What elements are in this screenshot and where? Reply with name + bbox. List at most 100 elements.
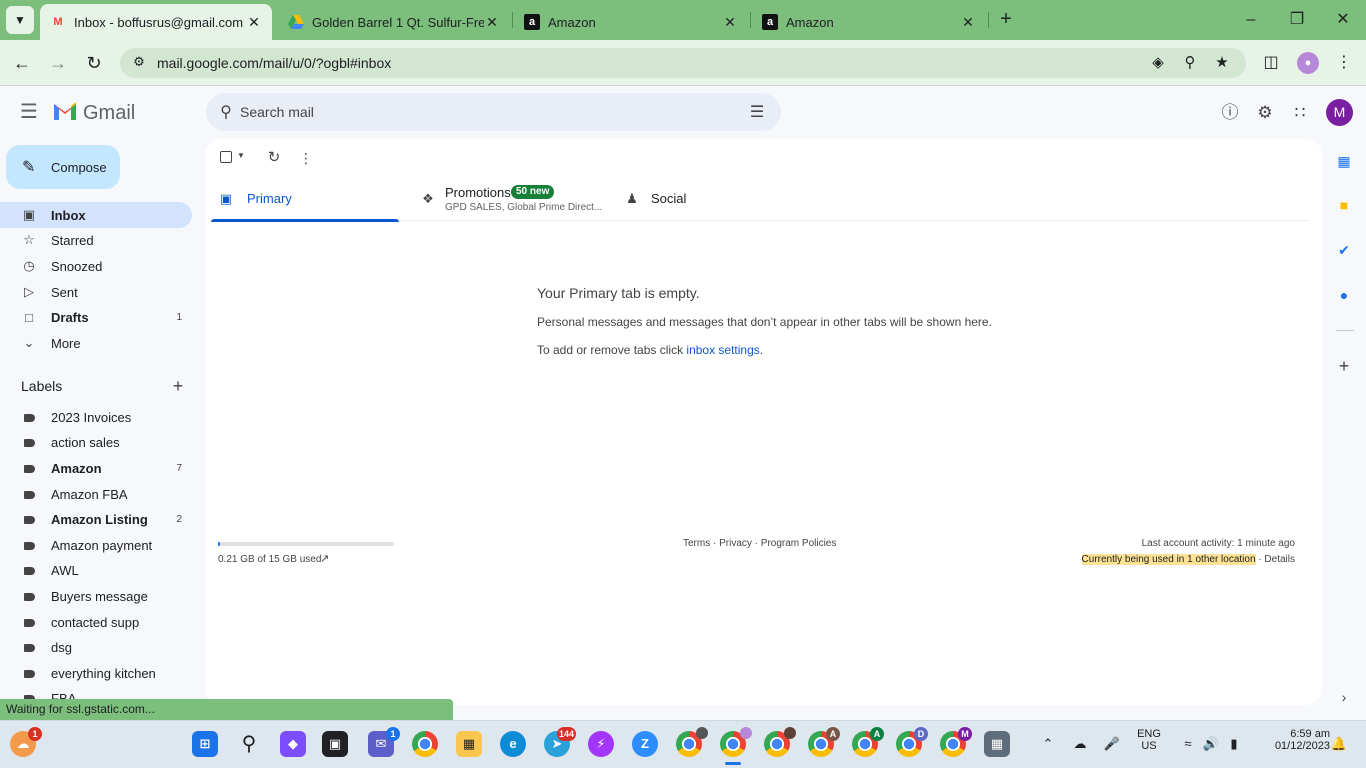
calculator-icon[interactable]: ▦ (984, 731, 1010, 757)
forward-button[interactable]: → (45, 50, 71, 76)
site-info-icon[interactable]: ⚙ (130, 54, 148, 72)
close-icon[interactable]: ✕ (960, 14, 976, 31)
chrome-profile-icon[interactable]: M (940, 727, 972, 757)
chevron-up-icon[interactable]: ⌃ (1039, 735, 1057, 753)
chrome-icon[interactable] (412, 731, 438, 757)
sidebar-item-starred[interactable]: ☆ Starred (0, 227, 192, 253)
reload-button[interactable]: ↻ (81, 50, 107, 76)
close-window-button[interactable]: ✕ (1320, 6, 1366, 34)
side-panel-divider (1336, 330, 1354, 331)
calendar-icon[interactable]: ▦ (1334, 151, 1354, 171)
label-item[interactable]: Amazon 7 (0, 455, 192, 481)
get-addons-icon[interactable]: + (1334, 356, 1354, 376)
keep-icon[interactable]: ■ (1334, 195, 1354, 215)
copilot-icon[interactable]: ◆ (280, 731, 306, 757)
compose-button[interactable]: ✎ Compose (6, 145, 120, 189)
contacts-icon[interactable]: ● (1334, 285, 1354, 305)
chrome-profile-icon[interactable]: D (896, 727, 928, 757)
close-icon[interactable]: ✕ (722, 14, 738, 31)
create-label-icon[interactable]: + (170, 376, 186, 396)
restore-button[interactable]: ❐ (1274, 6, 1320, 34)
teams-icon[interactable]: ✉ 1 (368, 727, 400, 757)
clock[interactable]: 6:59 am 01/12/2023 (1254, 728, 1330, 752)
sidebar-item-inbox[interactable]: ▣ Inbox (0, 202, 192, 228)
label-item[interactable]: Buyers message (0, 583, 192, 609)
new-tab-button[interactable]: + (994, 8, 1018, 32)
address-bar[interactable]: ⚙ mail.google.com/mail/u/0/?ogbl#inbox ◈… (120, 48, 1246, 78)
label-item[interactable]: dsg (0, 634, 192, 660)
google-apps-icon[interactable]: ∷ (1289, 102, 1311, 124)
chrome-menu-icon[interactable]: ⋮ (1333, 52, 1355, 74)
sidebar-item-more[interactable]: ⌄ More (0, 330, 192, 356)
minimize-button[interactable]: – (1228, 6, 1274, 34)
battery-icon[interactable]: ▮ (1225, 735, 1243, 753)
gmail-logo-icon[interactable] (52, 100, 78, 124)
external-link-icon[interactable]: ↗ (320, 552, 333, 565)
telegram-icon[interactable]: ➤ 144 (544, 727, 576, 757)
details-link[interactable]: Details (1264, 554, 1295, 565)
chrome-profile-icon[interactable] (764, 727, 796, 757)
task-view-icon[interactable]: ▣ (322, 731, 348, 757)
label-item[interactable]: action sales (0, 429, 192, 455)
edge-icon[interactable]: e (500, 731, 526, 757)
label-item[interactable]: Amazon FBA (0, 481, 192, 507)
close-icon: ✕ (1336, 11, 1350, 28)
close-icon[interactable]: ✕ (484, 14, 500, 31)
refresh-icon[interactable]: ↻ (266, 149, 282, 167)
chrome-profile-icon[interactable] (720, 727, 752, 765)
browser-tab-golden-barrel[interactable]: Golden Barrel 1 Qt. Sulfur-Free ✕ (278, 4, 510, 40)
chrome-profile-icon[interactable]: A (852, 727, 884, 757)
sidebar-item-sent[interactable]: ▷ Sent (0, 279, 192, 305)
cloud-sync-icon[interactable]: ☁ (1071, 735, 1089, 753)
label-item[interactable]: Amazon Listing 2 (0, 506, 192, 532)
close-icon[interactable]: ✕ (246, 14, 262, 31)
star-icon[interactable]: ★ (1212, 53, 1232, 73)
label-item[interactable]: AWL (0, 557, 192, 583)
settings-gear-icon[interactable]: ⚙ (1254, 102, 1276, 124)
show-side-panel-icon[interactable]: › (1334, 687, 1354, 707)
inbox-settings-link[interactable]: inbox settings (686, 343, 759, 357)
tasks-icon[interactable]: ✔ (1334, 240, 1354, 260)
help-icon[interactable]: ⓘ (1219, 102, 1241, 124)
label-item[interactable]: everything kitchen (0, 660, 192, 686)
file-explorer-icon[interactable]: ▦ (456, 731, 482, 757)
start-menu-icon[interactable]: ⊞ (192, 731, 218, 757)
search-icon[interactable]: ⚲ (216, 102, 236, 122)
select-all-checkbox[interactable] (220, 151, 232, 163)
sidebar-item-snoozed[interactable]: ◷ Snoozed (0, 253, 192, 279)
microphone-icon[interactable]: 🎤 (1103, 735, 1121, 753)
browser-tab-gmail[interactable]: M Inbox - boffusrus@gmail.com - ✕ (40, 4, 272, 40)
chrome-profile-icon[interactable]: A (808, 727, 840, 757)
account-avatar[interactable]: M (1326, 99, 1353, 126)
onedrive-icon[interactable]: ☁ 1 (10, 727, 42, 757)
zoom-app-icon[interactable]: Z (632, 731, 658, 757)
lens-icon[interactable]: ◈ (1148, 53, 1168, 73)
select-dropdown-icon[interactable]: ▼ (237, 151, 245, 160)
chrome-profile-icon[interactable] (676, 727, 708, 757)
zoom-icon[interactable]: ⚲ (1180, 53, 1200, 73)
browser-tab-amazon-1[interactable]: a Amazon ✕ (514, 4, 748, 40)
tab-primary[interactable]: ▣ Primary (211, 180, 399, 222)
notifications-bell-icon[interactable]: 🔔 (1330, 735, 1348, 753)
side-panel-icon[interactable]: ◫ (1260, 52, 1282, 74)
back-button[interactable]: ← (9, 50, 35, 76)
search-icon[interactable]: ⚲ (236, 731, 262, 757)
messenger-icon[interactable]: ⚡ (588, 731, 614, 757)
sidebar-item-drafts[interactable]: □ Drafts 1 (0, 304, 192, 330)
wifi-icon[interactable]: ≈ (1179, 735, 1197, 753)
browser-tab-amazon-2[interactable]: a Amazon ✕ (752, 4, 986, 40)
tab-search-button[interactable]: ▼ (6, 6, 34, 34)
label-item[interactable]: Amazon payment (0, 532, 192, 558)
volume-icon[interactable]: 🔊 (1202, 735, 1220, 753)
label-item[interactable]: 2023 Invoices (0, 404, 192, 430)
browser-profile-avatar[interactable]: ● (1297, 52, 1319, 74)
main-menu-icon[interactable]: ☰ (18, 102, 40, 122)
label-item[interactable]: contacted supp (0, 609, 192, 635)
language-indicator[interactable]: ENG US (1134, 728, 1164, 752)
search-input[interactable] (240, 102, 720, 122)
search-options-icon[interactable]: ☰ (747, 102, 767, 122)
footer-policy-links[interactable]: Terms · Privacy · Program Policies (683, 538, 836, 549)
tab-promotions[interactable]: ❖ Promotions 50 new GPD SALES, Global Pr… (417, 180, 613, 221)
tab-social[interactable]: ♟ Social (621, 180, 811, 221)
more-actions-icon[interactable]: ⋮ (299, 149, 313, 167)
